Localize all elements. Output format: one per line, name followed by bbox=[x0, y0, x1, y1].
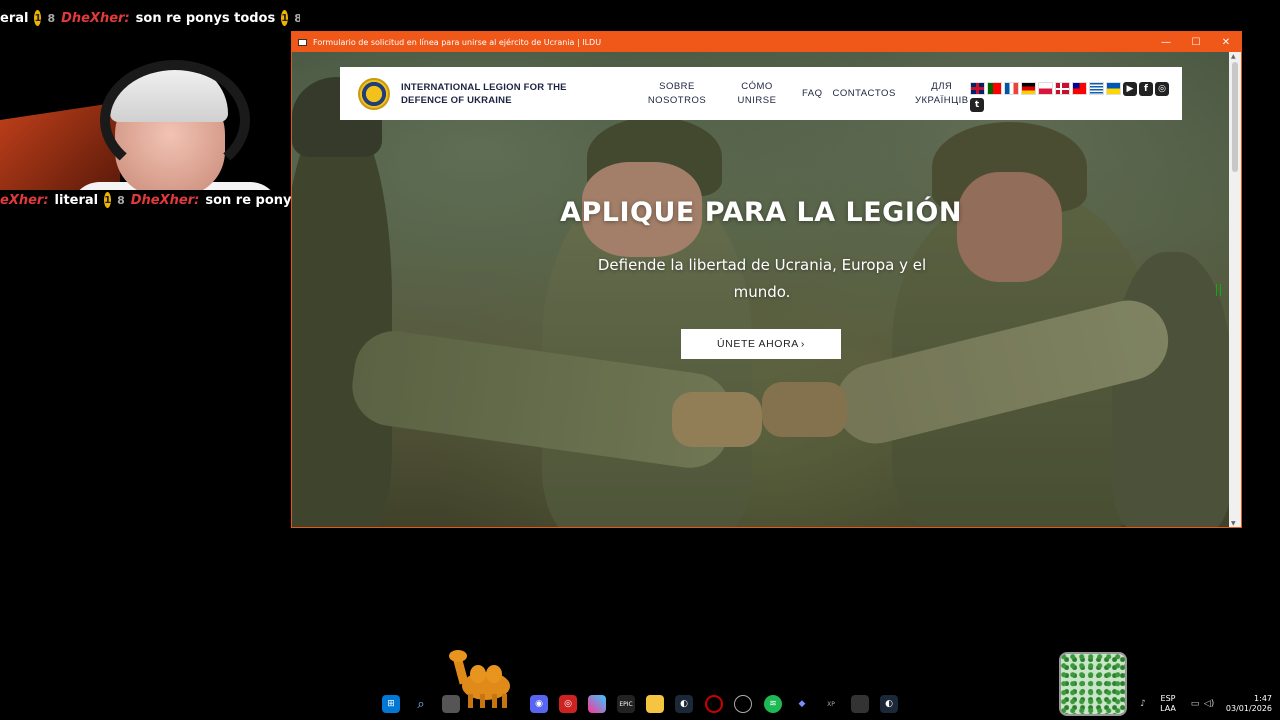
facebook-icon[interactable]: f bbox=[1139, 82, 1153, 96]
site-brand[interactable]: INTERNATIONAL LEGION FOR THE DEFENCE OF … bbox=[401, 81, 571, 107]
keyboard-layout: LAA bbox=[1160, 704, 1176, 713]
nav-link-faq[interactable]: FAQ bbox=[802, 87, 823, 101]
flag-gr-icon[interactable] bbox=[1089, 82, 1104, 95]
flag-de-icon[interactable] bbox=[1021, 82, 1036, 95]
flag-dk-icon[interactable] bbox=[1055, 82, 1070, 95]
language-indicator[interactable]: ESP LAA bbox=[1158, 694, 1178, 714]
language-selector: ▶ f ◎ t bbox=[970, 82, 1170, 112]
minimize-button[interactable]: — bbox=[1151, 37, 1181, 48]
window-titlebar[interactable]: Formulario de solicitud en línea para un… bbox=[292, 32, 1241, 52]
start-windows-icon[interactable]: ⊞ bbox=[382, 695, 400, 713]
hero-title: APLIQUE PARA LA LEGIÓN bbox=[560, 197, 962, 228]
nav-link-contactos[interactable]: CONTACTOS bbox=[833, 87, 896, 101]
hero-subtitle: Defiende la libertad de Ucrania, Europa … bbox=[597, 256, 927, 301]
jar-overlay-icon bbox=[1059, 652, 1127, 716]
scroll-down-icon[interactable]: ▼ bbox=[1231, 520, 1236, 527]
browser-window: Formulario de solicitud en línea para un… bbox=[291, 31, 1242, 528]
spotify-icon[interactable]: ≋ bbox=[764, 695, 782, 713]
app-icon[interactable]: ◆ bbox=[793, 695, 811, 713]
desktop: eral 1 8 DheXher: son re ponys todos 1 8… bbox=[0, 0, 1280, 720]
flag-gb-icon[interactable] bbox=[970, 82, 985, 95]
flag-ua-icon[interactable] bbox=[1106, 82, 1121, 95]
clock-time: 1:47 bbox=[1254, 694, 1272, 703]
scrollbar-thumb[interactable] bbox=[1232, 62, 1238, 172]
app-icon[interactable] bbox=[851, 695, 869, 713]
clock-date: 03/01/2026 bbox=[1225, 704, 1272, 713]
sub-badge: 1 bbox=[34, 10, 42, 26]
chat-username: eXher: bbox=[0, 192, 49, 208]
chat-ticker-top: eral 1 8 DheXher: son re ponys todos 1 8… bbox=[0, 10, 300, 26]
youtube-icon[interactable]: ▶ bbox=[1123, 82, 1137, 96]
search-icon[interactable]: ⌕ bbox=[412, 695, 430, 713]
chat-username: DheXher: bbox=[130, 192, 200, 208]
main-nav: SOBRE NOSOTROS CÓMO UNIRSE FAQ CONTACTOS… bbox=[644, 80, 970, 108]
sub-badge: 1 bbox=[281, 10, 289, 26]
flag-tw-icon[interactable] bbox=[1072, 82, 1087, 95]
chat-separator: 8 bbox=[47, 11, 56, 25]
clock[interactable]: 1:47 03/01/2026 bbox=[1222, 694, 1272, 714]
app-icon[interactable]: ◎ bbox=[559, 695, 577, 713]
discord-icon[interactable]: ◉ bbox=[530, 695, 548, 713]
flag-pl-icon[interactable] bbox=[1038, 82, 1053, 95]
chat-text: literal bbox=[54, 192, 99, 208]
text-cursor-icon bbox=[1216, 284, 1221, 296]
scroll-up-icon[interactable]: ▲ bbox=[1231, 53, 1236, 60]
flag-pt-icon[interactable] bbox=[987, 82, 1002, 95]
legion-logo-icon[interactable] bbox=[358, 77, 390, 110]
webcam-overlay bbox=[0, 32, 290, 190]
language-code: ESP bbox=[1160, 694, 1176, 703]
sub-badge: 1 bbox=[104, 192, 112, 208]
app-icon[interactable] bbox=[734, 695, 752, 713]
flag-fr-icon[interactable] bbox=[1004, 82, 1019, 95]
steam-icon[interactable]: ◐ bbox=[880, 695, 898, 713]
nav-link-para-ucranianos[interactable]: ДЛЯ УКРАЇНЦІВ bbox=[914, 80, 970, 108]
chevron-right-icon: › bbox=[800, 338, 805, 350]
close-button[interactable]: ✕ bbox=[1211, 37, 1241, 48]
file-explorer-icon[interactable] bbox=[646, 695, 664, 713]
camel-overlay-icon bbox=[449, 650, 510, 708]
chat-text: eral bbox=[0, 10, 29, 26]
site-header: INTERNATIONAL LEGION FOR THE DEFENCE OF … bbox=[340, 67, 1182, 120]
nav-link-como-unirse[interactable]: CÓMO UNIRSE bbox=[730, 80, 784, 108]
epic-games-icon[interactable]: EPIC bbox=[617, 695, 635, 713]
window-title: Formulario de solicitud en línea para un… bbox=[313, 37, 602, 47]
steam-icon[interactable]: ◐ bbox=[675, 695, 693, 713]
chat-username: DheXher: bbox=[61, 10, 130, 26]
opera-icon[interactable] bbox=[705, 695, 723, 713]
join-now-button[interactable]: ÚNETE AHORA › bbox=[681, 329, 841, 359]
volume-icon[interactable]: ◁) bbox=[1200, 695, 1218, 713]
xp-pen-icon[interactable]: XP bbox=[822, 695, 840, 713]
chat-message: son re ponys todos bbox=[135, 10, 276, 26]
chat-separator: 8 bbox=[294, 11, 300, 25]
app-icon[interactable] bbox=[588, 695, 606, 713]
join-now-label: ÚNETE AHORA bbox=[717, 338, 799, 350]
nav-link-sobre-nosotros[interactable]: SOBRE NOSOTROS bbox=[644, 80, 710, 108]
microphone-icon[interactable]: ♪ bbox=[1134, 695, 1152, 713]
twitter-icon[interactable]: t bbox=[970, 98, 984, 112]
web-page: INTERNATIONAL LEGION FOR THE DEFENCE OF … bbox=[292, 52, 1230, 527]
page-scrollbar[interactable]: ▲ ▼ bbox=[1229, 52, 1241, 527]
chat-separator: 8 bbox=[117, 193, 125, 207]
instagram-icon[interactable]: ◎ bbox=[1155, 82, 1169, 96]
chat-ticker-bottom: eXher: literal 1 8 DheXher: son re ponys… bbox=[0, 191, 305, 209]
page-favicon-icon bbox=[298, 38, 307, 46]
maximize-button[interactable]: ☐ bbox=[1181, 37, 1211, 48]
